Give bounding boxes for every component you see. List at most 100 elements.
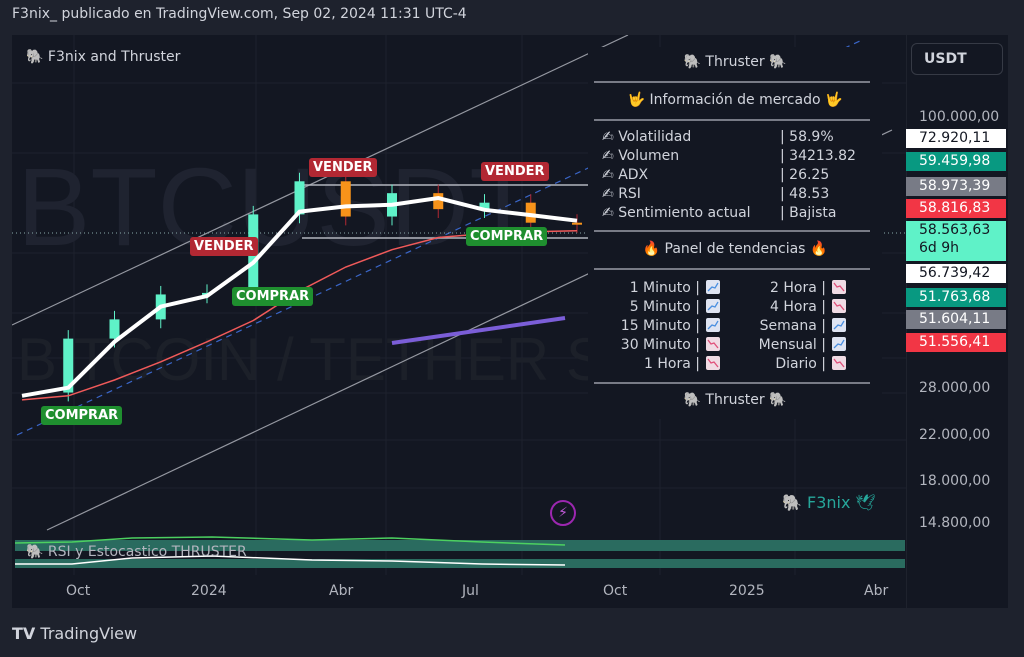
market-key-text: Volatilidad [618, 129, 692, 145]
market-value: | Bajista [780, 205, 837, 221]
watermark-symbol: BTCUSDT [17, 146, 536, 269]
price-tag: 58.816,83 [906, 199, 1006, 218]
trend-row: 2 Hora | [770, 280, 846, 296]
price-tag: 51.763,68 [906, 288, 1006, 307]
trend-label: 5 Minuto | [629, 299, 700, 315]
time-axis-label: Abr [864, 583, 889, 599]
panel-title-text: Thruster [705, 54, 765, 70]
market-key-text: ADX [618, 167, 649, 183]
rsi-pane-legend[interactable]: 🐘 RSI y Estocastico THRUSTER [26, 544, 247, 560]
lightning-icon[interactable]: ⚡ [550, 500, 576, 526]
publish-header: F3nix_ publicado en TradingView.com, Sep… [12, 6, 467, 22]
chart-decreasing-icon [832, 280, 846, 294]
market-key: ✍ Volumen [602, 148, 679, 164]
trend-label: Diario | [775, 356, 826, 372]
buy-signal: COMPRAR [41, 406, 123, 425]
trend-row: Diario | [775, 356, 846, 372]
price-tag-value: 58.973,39 [919, 178, 991, 194]
market-key-text: Sentimiento actual [618, 205, 751, 221]
time-axis-label: Jul [462, 583, 479, 599]
divider [594, 81, 870, 83]
divider [594, 382, 870, 384]
price-tag-value: 59.459,98 [919, 153, 991, 169]
chart-decreasing-icon [832, 299, 846, 313]
tradingview-logo[interactable]: TV TradingView [12, 624, 137, 643]
fire-icon: 🔥 [642, 241, 661, 257]
trend-row: 30 Minuto | [621, 337, 720, 353]
thruster-panel: 🐘 Thruster 🐘 🤟 Información de mercado 🤟 … [588, 47, 882, 419]
market-value: | 34213.82 [780, 148, 856, 164]
price-tag-value: 58.816,83 [919, 200, 991, 216]
price-tag: 56.739,42 [906, 264, 1006, 283]
market-key: ✍ RSI [602, 186, 641, 202]
sell-signal: VENDER [190, 237, 258, 256]
elephant-icon: 🐘 [26, 544, 44, 560]
trend-label: 1 Hora | [644, 356, 700, 372]
rsi-pane-title: RSI y Estocastico THRUSTER [47, 544, 247, 560]
price-axis-label: 14.800,00 [919, 515, 991, 531]
candle-body [340, 181, 351, 217]
price-axis-label: 28.000,00 [919, 380, 991, 396]
price-tag: 72.920,11 [906, 129, 1006, 148]
f3nix-brand: 🐘 F3nix 🕊 [782, 493, 876, 512]
price-tag: 58.973,39 [906, 177, 1006, 196]
currency-button[interactable]: USDT [911, 43, 1003, 75]
candle-body [109, 319, 120, 339]
time-axis-label: Oct [66, 583, 91, 599]
candle-body [433, 193, 444, 210]
writing-hand-icon: ✍ [602, 148, 614, 164]
right-strip [1008, 35, 1024, 608]
trend-label: Mensual | [758, 337, 826, 353]
buy-signal: COMPRAR [466, 227, 548, 246]
price-tag: 51.604,11 [906, 310, 1006, 329]
chart-decreasing-icon [832, 356, 846, 370]
trend-row: Mensual | [759, 337, 846, 353]
indicator-title: F3nix and Thruster [47, 49, 181, 65]
market-key: ✍ Volatilidad [602, 129, 691, 145]
countdown: 6d 9h [919, 240, 960, 256]
panel-title: 🐘 Thruster 🐘 [588, 54, 882, 70]
chart-increasing-icon [706, 299, 720, 313]
tradingview-text: TradingView [40, 624, 138, 643]
market-key-text: Volumen [618, 148, 680, 164]
writing-hand-icon: ✍ [602, 186, 614, 202]
elephant-icon: 🐘 [782, 493, 802, 512]
f3nix-text: F3nix [807, 493, 851, 512]
indicator-legend[interactable]: 🐘 F3nix and Thruster [26, 49, 180, 65]
chart-decreasing-icon [706, 337, 720, 351]
chart-increasing-icon [706, 318, 720, 332]
trend-label: 4 Hora | [770, 299, 826, 315]
price-axis-label: 100.000,00 [919, 109, 1000, 125]
market-header: 🤟 Información de mercado 🤟 [588, 92, 882, 108]
price-tag: 58.563,63 6d 9h [906, 221, 1006, 261]
price-axis-label: 18.000,00 [919, 473, 991, 489]
trend-label: 2 Hora | [770, 280, 826, 296]
trend-row: 1 Minuto | [630, 280, 720, 296]
trend-label: 15 Minuto | [620, 318, 700, 334]
elephant-icon: 🐘 [683, 392, 701, 408]
candle-body [572, 222, 582, 225]
fire-icon: 🔥 [809, 241, 828, 257]
time-axis-label: 2025 [729, 583, 765, 599]
market-key: ✍ Sentimiento actual [602, 205, 751, 221]
price-tag-value: 56.739,42 [919, 265, 991, 281]
trend-label: 1 Minuto | [629, 280, 700, 296]
panel-footer: 🐘 Thruster 🐘 [588, 392, 882, 408]
market-key-text: RSI [618, 186, 641, 202]
tv-logo-icon: TV [12, 624, 36, 643]
chart-increasing-icon [832, 337, 846, 351]
time-axis-label: Abr [329, 583, 354, 599]
trend-row: 15 Minuto | [621, 318, 720, 334]
divider [594, 268, 870, 270]
writing-hand-icon: ✍ [602, 129, 614, 145]
price-tag-value: 51.763,68 [919, 289, 991, 305]
market-header-text: Información de mercado [649, 92, 821, 108]
price-tag-value: 58.563,63 [919, 222, 991, 238]
elephant-icon: 🐘 [769, 54, 787, 70]
sell-signal: VENDER [309, 158, 377, 177]
trend-header: 🔥 Panel de tendencias 🔥 [588, 241, 882, 257]
chart-decreasing-icon [706, 356, 720, 370]
chart-increasing-icon [706, 280, 720, 294]
panel-footer-text: Thruster [705, 392, 765, 408]
market-value: | 58.9% [780, 129, 834, 145]
